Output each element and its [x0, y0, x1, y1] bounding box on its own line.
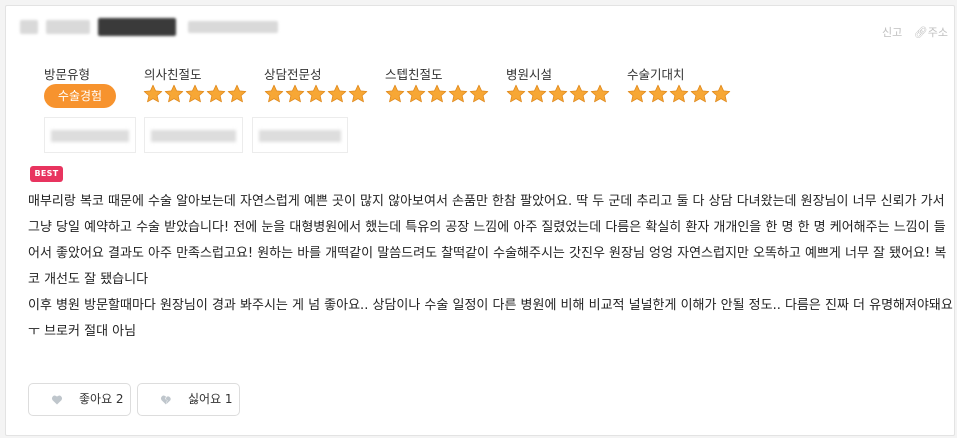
rating-staff-kindness — [385, 84, 489, 104]
review-photo[interactable] — [252, 117, 348, 153]
star-icon — [669, 84, 689, 103]
category-doctor-kindness: 의사친절도 — [144, 67, 202, 82]
review-photo[interactable] — [144, 117, 243, 153]
author-avatar-blur — [20, 20, 38, 34]
star-icon — [385, 84, 405, 103]
review-photo[interactable] — [44, 117, 136, 153]
photo-blur — [51, 130, 129, 142]
star-icon — [185, 84, 205, 103]
category-facility: 병원시설 — [506, 67, 553, 82]
star-icon — [711, 84, 731, 103]
photo-blur — [259, 130, 341, 142]
review-paragraph: 이후 병원 방문할때마다 원장님이 경과 봐주시는 게 넘 좋아요.. 상담이나… — [28, 298, 953, 339]
star-icon — [406, 84, 426, 103]
broken-heart-icon — [160, 395, 171, 404]
address-label: 주소 — [927, 26, 948, 39]
star-icon — [627, 84, 647, 103]
top-links: 신고 🔗︎주소 — [874, 24, 948, 40]
category-staff-kindness: 스텝친절도 — [385, 67, 443, 82]
dislike-button[interactable]: 싫어요 1 — [137, 383, 240, 416]
star-icon — [569, 84, 589, 103]
star-icon — [690, 84, 710, 103]
rating-doctor-kindness — [143, 84, 247, 104]
star-icon — [448, 84, 468, 103]
dislike-label: 싫어요 1 — [188, 392, 233, 406]
star-icon — [348, 84, 368, 103]
category-expectation: 수술기대치 — [627, 67, 685, 82]
star-icon — [590, 84, 610, 103]
star-icon — [143, 84, 163, 103]
star-icon — [285, 84, 305, 103]
rating-expectation — [627, 84, 731, 104]
category-consult-expertise: 상담전문성 — [264, 67, 322, 82]
star-icon — [327, 84, 347, 103]
author-id-blur — [98, 18, 176, 36]
star-icon — [206, 84, 226, 103]
review-date-blur — [188, 21, 278, 33]
star-icon — [227, 84, 247, 103]
star-icon — [427, 84, 447, 103]
star-icon — [306, 84, 326, 103]
category-visit-type: 방문유형 — [44, 67, 91, 82]
best-badge: BEST — [30, 166, 63, 182]
review-text: 매부리랑 복코 때문에 수술 알아보는데 자연스럽게 예쁜 곳이 많지 않아보여… — [28, 189, 953, 345]
link-icon: 🔗︎ — [913, 26, 928, 39]
rating-consult-expertise — [264, 84, 368, 104]
star-icon — [506, 84, 526, 103]
visit-type-badge: 수술경험 — [44, 84, 116, 108]
review-card: 신고 🔗︎주소 방문유형 의사친절도 상담전문성 스텝친절도 병원시설 수술기대… — [5, 5, 955, 436]
heart-icon — [51, 395, 63, 404]
star-icon — [548, 84, 568, 103]
photo-blur — [151, 130, 236, 142]
address-link[interactable]: 🔗︎주소 — [914, 26, 948, 39]
star-icon — [648, 84, 668, 103]
review-paragraph: 매부리랑 복코 때문에 수술 알아보는데 자연스럽게 예쁜 곳이 많지 않아보여… — [28, 194, 947, 287]
star-icon — [469, 84, 489, 103]
star-icon — [264, 84, 284, 103]
report-link[interactable]: 신고 — [882, 26, 902, 39]
like-button[interactable]: 좋아요 2 — [28, 383, 131, 416]
star-icon — [164, 84, 184, 103]
like-label: 좋아요 2 — [79, 392, 124, 406]
rating-facility — [506, 84, 610, 104]
star-icon — [527, 84, 547, 103]
author-name-blur — [46, 20, 90, 34]
